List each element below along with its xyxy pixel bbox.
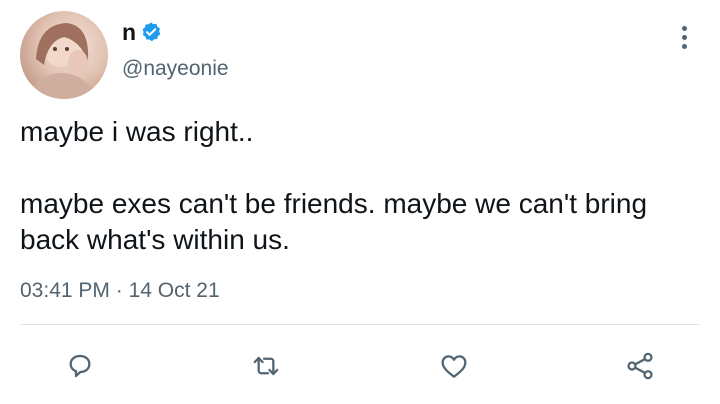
author-header: n <box>122 18 162 46</box>
tweet-timestamp[interactable]: 03:41 PM · 14 Oct 21 <box>20 279 220 303</box>
divider <box>20 324 700 325</box>
verified-badge-icon <box>142 22 161 42</box>
more-options-icon[interactable] <box>680 26 688 52</box>
tweet-text: maybe i was right.. maybe exes can't be … <box>20 116 648 255</box>
reply-button[interactable] <box>62 348 98 384</box>
display-name[interactable]: n <box>122 18 136 46</box>
reply-icon <box>69 354 91 378</box>
tweet-time: 03:41 PM <box>20 279 110 302</box>
avatar-photo <box>30 23 96 99</box>
avatar[interactable] <box>20 11 108 99</box>
meta-separator: · <box>115 279 123 302</box>
retweet-icon <box>253 356 279 376</box>
share-icon <box>627 352 653 380</box>
tweet-date: 14 Oct 21 <box>128 279 220 302</box>
retweet-button[interactable] <box>248 348 284 384</box>
heart-icon <box>441 355 467 378</box>
like-button[interactable] <box>436 348 472 384</box>
share-button[interactable] <box>622 348 658 384</box>
user-handle[interactable]: @nayeonie <box>122 57 229 81</box>
